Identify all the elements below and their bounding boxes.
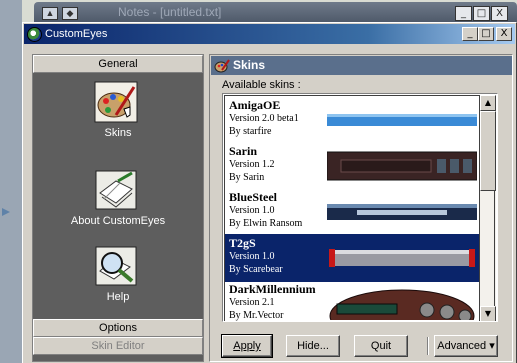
about-page-icon: [94, 169, 138, 211]
skin-name: Sarin: [229, 144, 258, 158]
background-window-title: Notes - [untitled.txt]: [118, 5, 222, 19]
list-item[interactable]: BlueSteel Version 1.0 By Elwin Ransom: [225, 188, 479, 236]
apply-button[interactable]: Apply: [221, 334, 273, 358]
panel-title: Skins: [233, 58, 266, 72]
skin-version: Version 2.0 beta1: [229, 113, 299, 124]
quit-button[interactable]: Quit: [354, 335, 408, 357]
bg-close-button[interactable]: X: [491, 6, 508, 21]
skin-author: By Sarin: [229, 172, 265, 183]
skin-preview-sarin: [327, 151, 477, 181]
list-item[interactable]: Sarin Version 1.2 By Sarin: [225, 142, 479, 190]
screen: ▲ ◆ Notes - [untitled.txt] _ □ X CustomE…: [0, 0, 517, 363]
skins-palette-icon: [94, 81, 138, 123]
list-item[interactable]: DarkMillennium Version 2.1 By Mr.Vector: [225, 280, 479, 321]
hide-button[interactable]: Hide...: [286, 335, 340, 357]
sidebar-item-help-label: Help: [106, 291, 130, 303]
scroll-down-icon[interactable]: ▼: [480, 306, 496, 321]
list-item-selected[interactable]: T2gS Version 1.0 By Scarebear: [225, 234, 479, 282]
skin-version: Version 1.2: [229, 159, 275, 170]
skin-version: Version 1.0: [229, 205, 275, 216]
bg-maximize-button[interactable]: □: [473, 6, 490, 21]
advanced-button[interactable]: Advanced ▾: [434, 335, 498, 357]
skin-author: By Scarebear: [229, 264, 283, 275]
skin-preview-amigaoe: [327, 114, 477, 126]
maximize-button[interactable]: □: [478, 27, 494, 41]
scroll-track: [494, 191, 495, 306]
sidebar-item-help[interactable]: Help: [33, 245, 203, 315]
bg-menu-icon[interactable]: ▲: [42, 7, 58, 20]
button-separator: [427, 337, 429, 355]
skins-listbox[interactable]: AmigaOE Version 2.0 beta1 By starfire Sa…: [222, 93, 498, 322]
bg-minimize-button[interactable]: _: [455, 6, 472, 21]
customeyes-eye-icon: [27, 26, 42, 42]
scroll-up-icon[interactable]: ▲: [480, 95, 496, 111]
skins-list: AmigaOE Version 2.0 beta1 By starfire Sa…: [224, 95, 480, 321]
close-button[interactable]: X: [496, 27, 512, 41]
skins-panel: Skins Available skins : AmigaOE Version …: [209, 54, 513, 362]
sidebar-footer-skin-editor[interactable]: Skin Editor: [33, 337, 203, 355]
list-scrollbar[interactable]: ▲ ▼: [480, 95, 496, 321]
sidebar-item-about-label: About CustomEyes: [70, 215, 166, 227]
sidebar-header-general[interactable]: General: [33, 55, 203, 73]
list-item[interactable]: AmigaOE Version 2.0 beta1 By starfire: [225, 96, 479, 144]
help-magnifier-icon: [94, 245, 138, 287]
skins-header-icon: [214, 58, 230, 73]
dropdown-arrow-icon: ▾: [489, 340, 495, 352]
minimize-button[interactable]: _: [462, 27, 478, 41]
sidebar-footer-options[interactable]: Options: [33, 319, 203, 337]
skin-name: AmigaOE: [229, 98, 281, 112]
window-titlebar[interactable]: CustomEyes _ □ X: [24, 24, 515, 44]
skin-author: By starfire: [229, 126, 272, 137]
skin-author: By Elwin Ransom: [229, 218, 303, 229]
bg-tool-icon[interactable]: ◆: [62, 7, 78, 20]
available-skins-label: Available skins :: [222, 79, 301, 91]
sidebar-item-skins-label: Skins: [104, 127, 132, 139]
desktop-edge: [0, 0, 22, 363]
sidebar-item-skins[interactable]: Skins: [33, 79, 203, 149]
panel-header: Skins: [211, 56, 512, 75]
sidebar-item-about[interactable]: About CustomEyes: [33, 169, 203, 239]
skin-version: Version 1.0: [229, 251, 275, 262]
skin-preview-bluesteel: [327, 204, 477, 220]
skin-preview-darkmillennium: [329, 289, 475, 320]
window-title: CustomEyes: [45, 28, 108, 40]
skin-name: BlueSteel: [229, 190, 277, 204]
sidebar: General Skins About CustomEyes Help Opti…: [32, 54, 204, 362]
skin-name: T2gS: [229, 236, 256, 250]
skin-version: Version 2.1: [229, 297, 275, 308]
arrow-pointer-icon: [2, 208, 10, 216]
button-row: Apply Hide... Quit Advanced ▾: [221, 334, 498, 359]
skin-author: By Mr.Vector: [229, 310, 284, 321]
scroll-thumb[interactable]: [480, 111, 496, 191]
skin-name: DarkMillennium: [229, 282, 316, 296]
skin-preview-t2gs: [329, 249, 475, 267]
customeyes-window: CustomEyes _ □ X General Skins About Cus…: [22, 22, 517, 363]
